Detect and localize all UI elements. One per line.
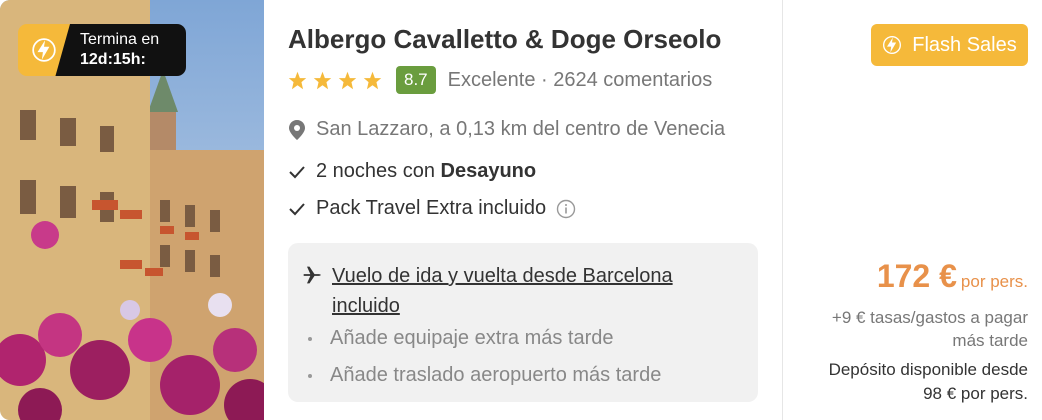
location-text: San Lazzaro, a 0,13 km del centro de Ven… — [316, 118, 726, 140]
countdown-timer: Termina en 12d:15h: — [18, 24, 186, 76]
hotel-photo[interactable]: Termina en 12d:15h: — [0, 0, 264, 420]
star-icon — [313, 71, 332, 89]
timer-value: 12d:15h: — [80, 51, 146, 68]
price: 172 € por pers. — [877, 258, 1028, 295]
deposit-line2: 98 € por pers. — [923, 384, 1028, 403]
deposit-line1: Depósito disponible desde — [828, 360, 1028, 379]
star-icon — [363, 71, 382, 89]
taxes-note: +9 € tasas/gastos a pagar más tarde — [832, 306, 1028, 352]
price-panel: Flash Sales 172 € por pers. +9 € tasas/g… — [783, 0, 1042, 420]
feature-pack: Pack Travel Extra incluido — [288, 197, 586, 220]
pack-text: Pack Travel Extra incluido — [316, 197, 547, 219]
price-per: por pers. — [960, 272, 1028, 291]
airplane-icon — [303, 266, 321, 284]
flight-link[interactable]: Vuelo de ida y vuelta desde Barcelona in… — [332, 261, 712, 321]
flight-box: Vuelo de ida y vuelta desde Barcelona in… — [288, 243, 758, 402]
rating-text[interactable]: Excelente · 2624 comentarios — [448, 69, 713, 92]
flash-sales-label: Flash Sales — [912, 33, 1017, 56]
check-icon — [289, 165, 305, 178]
hotel-info: Albergo Cavalletto & Doge Orseolo 8.7 Ex… — [288, 0, 758, 420]
hotel-card[interactable]: Termina en 12d:15h: Albergo Cavalletto &… — [0, 0, 1042, 420]
taxes-line1: +9 € tasas/gastos a pagar — [831, 308, 1028, 327]
bullet-icon — [308, 373, 312, 378]
check-icon — [289, 202, 305, 215]
deposit-note: Depósito disponible desde 98 € por pers. — [829, 358, 1028, 406]
star-icon — [288, 71, 307, 89]
hotel-name[interactable]: Albergo Cavalletto & Doge Orseolo — [288, 24, 721, 55]
flight-included[interactable]: Vuelo de ida y vuelta desde Barcelona in… — [302, 261, 712, 321]
flash-sales-badge: Flash Sales — [871, 24, 1028, 66]
extra-luggage-text: Añade equipaje extra más tarde — [330, 327, 614, 349]
timer-label: Termina en — [80, 31, 160, 48]
board-type: Desayuno — [440, 160, 537, 182]
location[interactable]: San Lazzaro, a 0,13 km del centro de Ven… — [288, 118, 725, 141]
extra-transfer: Añade traslado aeropuerto más tarde — [308, 364, 661, 387]
star-rating — [288, 71, 382, 90]
taxes-line2: más tarde — [952, 331, 1028, 350]
extra-luggage: Añade equipaje extra más tarde — [308, 327, 614, 350]
score-badge: 8.7 — [396, 66, 436, 94]
timer-text: Termina en 12d:15h: — [54, 24, 186, 76]
info-icon[interactable] — [556, 199, 576, 219]
rating-row: 8.7 Excelente · 2624 comentarios — [288, 66, 712, 94]
nights-text: 2 noches con — [316, 160, 441, 182]
feature-nights: 2 noches con Desayuno — [288, 160, 536, 183]
lightning-icon — [883, 36, 902, 54]
lightning-icon — [32, 38, 56, 62]
map-pin-icon — [289, 119, 305, 140]
star-icon — [338, 71, 357, 89]
bullet-icon — [308, 336, 312, 341]
price-value: 172 € — [876, 258, 957, 294]
extra-transfer-text: Añade traslado aeropuerto más tarde — [330, 364, 662, 386]
